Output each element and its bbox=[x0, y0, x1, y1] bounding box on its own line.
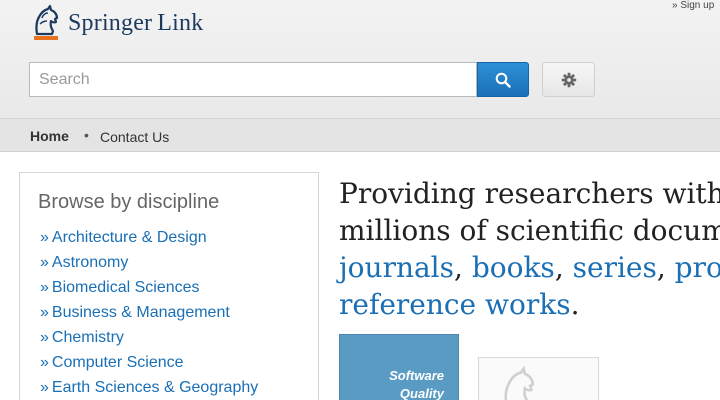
search-input[interactable] bbox=[30, 63, 476, 96]
search-box bbox=[29, 62, 477, 97]
discipline-list: » Architecture & Design » Astronomy » Biome… bbox=[40, 228, 258, 400]
browse-by-discipline-panel: Browse by discipline » Architecture & Des… bbox=[19, 172, 319, 400]
discipline-link-business-management[interactable]: » Business & Management bbox=[40, 303, 258, 328]
settings-button[interactable] bbox=[542, 62, 595, 97]
cover-title: Software Quality bbox=[389, 368, 444, 400]
browse-title: Browse by discipline bbox=[38, 191, 220, 213]
reference-works-link[interactable]: reference works bbox=[339, 288, 571, 321]
nav-home-link[interactable]: Home bbox=[30, 128, 69, 144]
search-icon bbox=[495, 72, 511, 88]
series-link[interactable]: series bbox=[573, 251, 657, 284]
search-button[interactable] bbox=[477, 62, 529, 97]
discipline-link-chemistry[interactable]: » Chemistry bbox=[40, 328, 258, 353]
hero-headline: Providing researchers with a millions of… bbox=[339, 175, 720, 323]
springer-link-logo[interactable]: Springer Link bbox=[30, 4, 203, 42]
logo-brand: Springer bbox=[68, 9, 153, 36]
headline-line-3: journals, books, series, prot bbox=[339, 249, 720, 286]
gear-icon bbox=[561, 72, 576, 87]
discipline-link-architecture-design[interactable]: » Architecture & Design bbox=[40, 228, 258, 253]
discipline-link-biomedical-sciences[interactable]: » Biomedical Sciences bbox=[40, 278, 258, 303]
logo-wordmark: Springer Link bbox=[68, 10, 203, 37]
protocols-link[interactable]: prot bbox=[675, 251, 720, 284]
springer-horse-logo-icon bbox=[34, 4, 59, 40]
site-header: » Sign up Springer Link bbox=[0, 0, 720, 118]
headline-line-1: Providing researchers with a bbox=[339, 177, 720, 210]
springer-horse-placeholder-icon bbox=[504, 366, 535, 400]
headline-line-4: reference works. bbox=[339, 288, 580, 321]
sign-up-link[interactable]: » Sign up bbox=[672, 0, 714, 11]
books-link[interactable]: books bbox=[472, 251, 555, 284]
nav-contact-link[interactable]: Contact Us bbox=[100, 129, 169, 145]
main-nav: Home • Contact Us bbox=[0, 118, 720, 152]
book-cover-software-quality[interactable]: Software Quality bbox=[339, 334, 459, 400]
discipline-link-computer-science[interactable]: » Computer Science bbox=[40, 353, 258, 378]
discipline-link-earth-sciences-geography[interactable]: » Earth Sciences & Geography bbox=[40, 378, 258, 400]
discipline-link-astronomy[interactable]: » Astronomy bbox=[40, 253, 258, 278]
journals-link[interactable]: journals bbox=[339, 251, 454, 284]
logo-product: Link bbox=[157, 9, 204, 36]
book-cover-placeholder[interactable] bbox=[478, 357, 599, 400]
headline-line-2: millions of scientific docum bbox=[339, 214, 720, 247]
nav-separator: • bbox=[84, 127, 89, 143]
